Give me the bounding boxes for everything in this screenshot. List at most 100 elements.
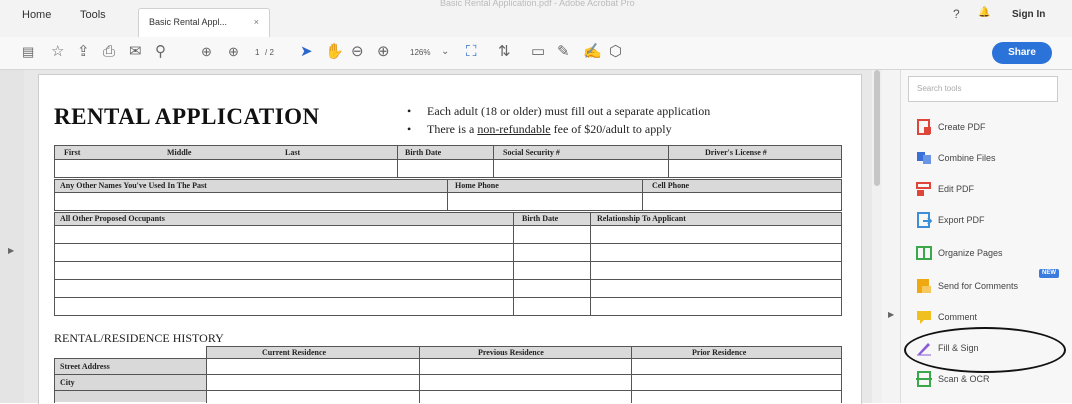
tool-label: Scan & OCR bbox=[938, 374, 990, 384]
zoom-out-icon[interactable]: ⊖ bbox=[351, 43, 364, 61]
label-cell-phone: Cell Phone bbox=[652, 181, 690, 190]
create-pdf-icon bbox=[917, 119, 931, 135]
tool-send-for-comments[interactable]: Send for Comments bbox=[916, 278, 1066, 298]
label-ssn: Social Security # bbox=[503, 148, 560, 157]
scrollbar-thumb[interactable] bbox=[874, 70, 880, 186]
email-icon[interactable]: ✉ bbox=[129, 43, 142, 61]
previous-page-icon[interactable]: ⊕ bbox=[201, 43, 212, 61]
hand-tool-icon[interactable]: ✋ bbox=[325, 43, 344, 61]
tool-scan-ocr[interactable]: Scan & OCR bbox=[916, 371, 1066, 391]
top-bar: Basic Rental Application.pdf - Adobe Acr… bbox=[0, 0, 1072, 38]
print-icon[interactable]: ⎙ bbox=[103, 43, 115, 61]
home-phone-field[interactable] bbox=[448, 193, 642, 210]
tool-label: Combine Files bbox=[938, 153, 996, 163]
tab-document-label: Basic Rental Appl... bbox=[149, 17, 228, 27]
export-pdf-icon bbox=[917, 212, 932, 228]
tool-label: Organize Pages bbox=[938, 248, 1003, 258]
help-icon[interactable]: ? bbox=[953, 7, 960, 21]
highlight-ellipse bbox=[904, 327, 1066, 373]
save-icon[interactable]: ▤ bbox=[22, 43, 34, 61]
combine-files-icon bbox=[917, 152, 931, 164]
label-current-residence: Current Residence bbox=[262, 348, 327, 357]
stamp-icon[interactable]: ⬡ bbox=[609, 43, 622, 61]
tool-combine-files[interactable]: Combine Files bbox=[916, 150, 1066, 170]
ssn-field[interactable] bbox=[494, 160, 668, 177]
label-previous-residence: Previous Residence bbox=[478, 348, 544, 357]
tab-tools[interactable]: Tools bbox=[80, 9, 106, 21]
tool-edit-pdf[interactable]: Edit PDF bbox=[916, 181, 1066, 201]
chevron-down-icon[interactable]: ⌄ bbox=[441, 43, 449, 61]
comment-bubble-icon bbox=[917, 311, 931, 324]
tool-organize-pages[interactable]: Organize Pages bbox=[916, 245, 1066, 265]
scroll-mode-icon[interactable]: ⇅ bbox=[498, 43, 511, 61]
cell-phone-field[interactable] bbox=[643, 193, 841, 210]
organize-pages-icon bbox=[916, 246, 932, 260]
instruction-text-2-post: fee of $20/adult to apply bbox=[550, 122, 672, 136]
other-names-field[interactable] bbox=[55, 193, 447, 210]
search-tools-input[interactable]: Search tools bbox=[908, 76, 1058, 102]
panel-divider bbox=[882, 70, 900, 403]
toolbar: ▤ ☆ ⇪ ⎙ ✉ ⚲ ⊕ ⊕ 1 / 2 ➤ ✋ ⊖ ⊕ 126% ⌄ ⛶ ⇅… bbox=[0, 37, 1072, 70]
sign-in-link[interactable]: Sign In bbox=[1012, 9, 1045, 20]
tool-label: Edit PDF bbox=[938, 184, 975, 194]
notifications-icon[interactable]: 🔔 bbox=[978, 7, 990, 18]
collapse-right-pane-icon[interactable]: ▶ bbox=[888, 310, 894, 319]
select-cursor-icon[interactable]: ➤ bbox=[300, 43, 313, 61]
label-home-phone: Home Phone bbox=[455, 181, 499, 190]
scan-ocr-icon bbox=[916, 371, 932, 387]
label-first: First bbox=[64, 148, 81, 157]
bookmark-star-icon[interactable]: ☆ bbox=[51, 43, 64, 61]
tab-home[interactable]: Home bbox=[22, 9, 51, 21]
page-total: / 2 bbox=[265, 48, 274, 57]
search-icon[interactable]: ⚲ bbox=[155, 43, 166, 61]
label-last: Last bbox=[285, 148, 301, 157]
search-tools-placeholder: Search tools bbox=[917, 84, 962, 93]
comment-icon[interactable]: ▭ bbox=[531, 43, 545, 61]
share-button[interactable]: Share bbox=[992, 42, 1052, 64]
label-prior-residence: Prior Residence bbox=[692, 348, 747, 357]
share-button-label: Share bbox=[1008, 47, 1036, 58]
document-title: RENTAL APPLICATION bbox=[54, 104, 320, 129]
tool-create-pdf[interactable]: Create PDF bbox=[916, 119, 1066, 139]
expand-left-pane-icon[interactable]: ▶ bbox=[8, 246, 14, 255]
instruction-text-2-pre: There is a bbox=[427, 122, 478, 136]
tool-label: Send for Comments bbox=[938, 281, 1019, 291]
left-collapse-strip bbox=[0, 70, 24, 403]
label-relationship: Relationship To Applicant bbox=[597, 214, 686, 223]
window-title: Basic Rental Application.pdf - Adobe Acr… bbox=[440, 0, 635, 8]
label-occupant-birth-date: Birth Date bbox=[522, 214, 559, 223]
sign-icon[interactable]: ✍ bbox=[583, 43, 602, 61]
birth-date-field[interactable] bbox=[398, 160, 493, 177]
tool-label: Comment bbox=[938, 312, 978, 322]
tab-document[interactable]: Basic Rental Appl... × bbox=[138, 8, 270, 38]
label-city: City bbox=[60, 378, 75, 387]
header-shade bbox=[54, 212, 842, 225]
send-for-comments-icon bbox=[917, 279, 931, 293]
edit-pdf-icon bbox=[916, 182, 931, 196]
zoom-level-select[interactable]: 126% bbox=[410, 48, 430, 57]
tool-comment[interactable]: Comment bbox=[916, 309, 1066, 329]
non-refundable-text: non-refundable bbox=[477, 122, 551, 136]
instruction-text-1: Each adult (18 or older) must fill out a… bbox=[427, 104, 711, 118]
zoom-in-icon[interactable]: ⊕ bbox=[377, 43, 390, 61]
next-page-icon[interactable]: ⊕ bbox=[228, 43, 239, 61]
upload-cloud-icon[interactable]: ⇪ bbox=[77, 43, 90, 61]
label-other-names: Any Other Names You've Used In The Past bbox=[60, 181, 207, 190]
label-street-address: Street Address bbox=[60, 362, 110, 371]
label-middle: Middle bbox=[167, 148, 192, 157]
tool-export-pdf[interactable]: Export PDF bbox=[916, 212, 1066, 232]
pen-icon[interactable]: ✎ bbox=[557, 43, 570, 61]
new-badge: NEW bbox=[1039, 269, 1059, 278]
label-other-occupants: All Other Proposed Occupants bbox=[60, 214, 165, 223]
rental-history-title: RENTAL/RESIDENCE HISTORY bbox=[54, 331, 224, 345]
fit-page-icon[interactable]: ⛶ bbox=[466, 43, 477, 61]
label-birth-date: Birth Date bbox=[405, 148, 442, 157]
drivers-license-field[interactable] bbox=[669, 160, 841, 177]
tool-label: Export PDF bbox=[938, 215, 985, 225]
page-number-input[interactable]: 1 bbox=[255, 48, 259, 57]
label-drivers-license: Driver's License # bbox=[705, 148, 767, 157]
occupants-table-body[interactable] bbox=[55, 226, 841, 315]
close-tab-icon[interactable]: × bbox=[254, 17, 259, 27]
tool-label: Create PDF bbox=[938, 122, 986, 132]
name-field[interactable] bbox=[55, 160, 397, 177]
